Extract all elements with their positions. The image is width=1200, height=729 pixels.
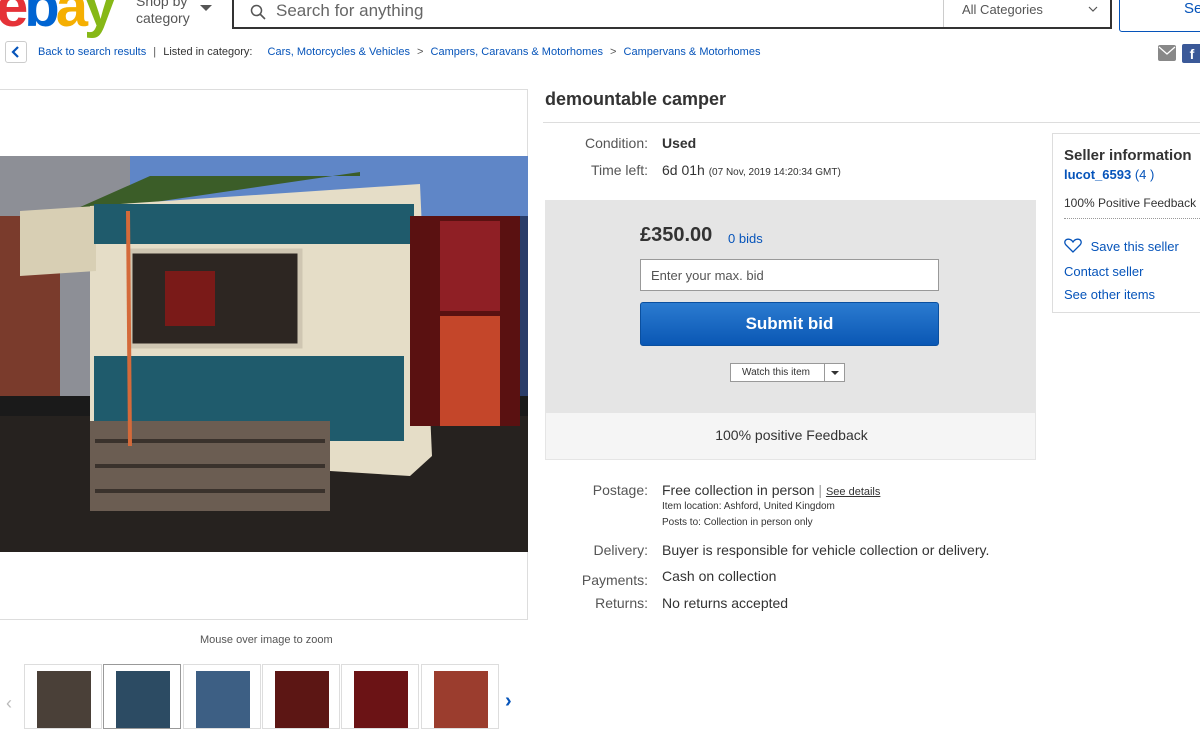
item-location-label: Item location:: [662, 501, 722, 512]
breadcrumb: Back to search results | Listed in categ…: [38, 46, 760, 58]
feedback-panel: 100% positive Feedback: [545, 412, 1036, 460]
logo-letter-a: a: [55, 0, 88, 39]
chevron-down-icon[interactable]: [824, 364, 845, 381]
current-price: £350.00: [640, 224, 713, 246]
watch-label: Watch this item: [742, 367, 810, 378]
chevron-left-icon[interactable]: ‹: [6, 693, 12, 714]
item-location-value: Ashford, United Kingdom: [723, 501, 835, 512]
payments-value: Cash on collection: [662, 568, 777, 584]
delivery-value: Buyer is responsible for vehicle collect…: [662, 542, 990, 558]
thumbnail[interactable]: [183, 664, 261, 729]
back-to-results-link[interactable]: Back to search results: [38, 46, 146, 58]
title-divider: [543, 122, 1200, 123]
breadcrumb-item[interactable]: Cars, Motorcycles & Vehicles: [268, 46, 410, 58]
chevron-down-icon: [1088, 6, 1098, 12]
save-seller-label: Save this seller: [1090, 239, 1179, 254]
seller-heading: Seller information: [1064, 147, 1192, 164]
watch-item-button[interactable]: Watch this item: [730, 363, 845, 382]
postage-value: Free collection in person | See details: [662, 482, 880, 498]
delivery-label: Delivery:: [593, 542, 648, 558]
category-label: category: [136, 10, 190, 26]
mail-icon[interactable]: [1158, 45, 1176, 61]
ebay-logo[interactable]: ebay: [0, 0, 116, 39]
returns-value: No returns accepted: [662, 595, 789, 611]
facebook-icon[interactable]: f: [1182, 44, 1200, 63]
search-button[interactable]: Se: [1119, 0, 1200, 32]
zoom-hint: Mouse over image to zoom: [200, 634, 333, 646]
seller-feedback: 100% Positive Feedback: [1064, 196, 1197, 210]
posts-to-value: Collection in person only: [703, 517, 813, 528]
condition-value: Used: [662, 135, 697, 151]
breadcrumb-divider: |: [153, 46, 157, 58]
end-time: (07 Nov, 2019 14:20:34 GMT): [708, 167, 841, 178]
logo-letter-y: y: [83, 0, 116, 39]
breadcrumb-item[interactable]: Campervans & Motorhomes: [624, 46, 761, 58]
see-other-items-link[interactable]: See other items: [1064, 287, 1155, 302]
bids-link[interactable]: 0 bids: [728, 231, 763, 246]
save-seller-link[interactable]: Save this seller: [1064, 238, 1179, 254]
seller-divider: [1064, 218, 1200, 219]
search-button-label: Se: [1184, 0, 1200, 17]
category-select-value: All Categories: [962, 2, 1043, 17]
logo-letter-e: e: [0, 0, 28, 39]
chevron-right-icon[interactable]: ›: [505, 690, 512, 713]
thumbnail[interactable]: [24, 664, 102, 729]
category-select[interactable]: All Categories: [943, 0, 1111, 27]
postage-separator: |: [818, 482, 823, 498]
logo-letter-b: b: [24, 0, 59, 39]
thumbnail-selected[interactable]: [103, 664, 181, 729]
postage-text: Free collection in person: [662, 482, 815, 498]
breadcrumb-separator: >: [417, 46, 424, 58]
listed-in-label: Listed in category:: [163, 46, 253, 58]
seller-name-link[interactable]: lucot_6593: [1064, 167, 1131, 182]
search-input[interactable]: Search for anything: [276, 1, 423, 21]
thumbnail[interactable]: [341, 664, 419, 729]
time-left: 6d 01h: [662, 162, 705, 178]
returns-label: Returns:: [595, 595, 648, 611]
thumbnail[interactable]: [262, 664, 340, 729]
item-location: Item location: Ashford, United Kingdom: [662, 501, 835, 512]
condition-label: Condition:: [584, 135, 648, 151]
main-photo[interactable]: [0, 156, 528, 552]
camper-photo: [0, 156, 528, 552]
heart-icon: [1064, 238, 1082, 253]
time-left-value: 6d 01h (07 Nov, 2019 14:20:34 GMT): [662, 162, 841, 178]
time-left-label: Time left:: [590, 162, 648, 178]
posts-to-label: Posts to:: [662, 517, 701, 528]
shop-by-category-button[interactable]: Shop by category: [136, 0, 212, 27]
item-title: demountable camper: [545, 89, 727, 109]
breadcrumb-separator: >: [610, 46, 617, 58]
shop-by-label: Shop by: [136, 0, 188, 9]
seller-name-row: lucot_6593 (4 ): [1064, 167, 1154, 182]
back-arrow-icon: [11, 46, 19, 58]
max-bid-field[interactable]: [640, 259, 939, 291]
payments-label: Payments:: [581, 572, 648, 588]
max-bid-input[interactable]: [649, 260, 933, 290]
breadcrumb-item[interactable]: Campers, Caravans & Motorhomes: [431, 46, 603, 58]
thumbnail[interactable]: [421, 664, 499, 729]
back-button[interactable]: [5, 41, 27, 63]
seller-info-panel: Seller information lucot_6593 (4 ) 100% …: [1052, 133, 1200, 313]
submit-bid-button[interactable]: Submit bid: [640, 302, 939, 346]
posts-to: Posts to: Collection in person only: [662, 517, 813, 528]
see-details-link[interactable]: See details: [826, 486, 880, 498]
search-icon: [250, 4, 266, 20]
postage-label: Postage:: [592, 482, 648, 498]
search-bar[interactable]: Search for anything All Categories: [232, 0, 1112, 29]
seller-score-link[interactable]: (4 ): [1135, 167, 1155, 182]
contact-seller-link[interactable]: Contact seller: [1064, 264, 1143, 279]
positive-feedback: 100% positive Feedback: [715, 427, 868, 443]
chevron-down-icon: [200, 5, 212, 11]
